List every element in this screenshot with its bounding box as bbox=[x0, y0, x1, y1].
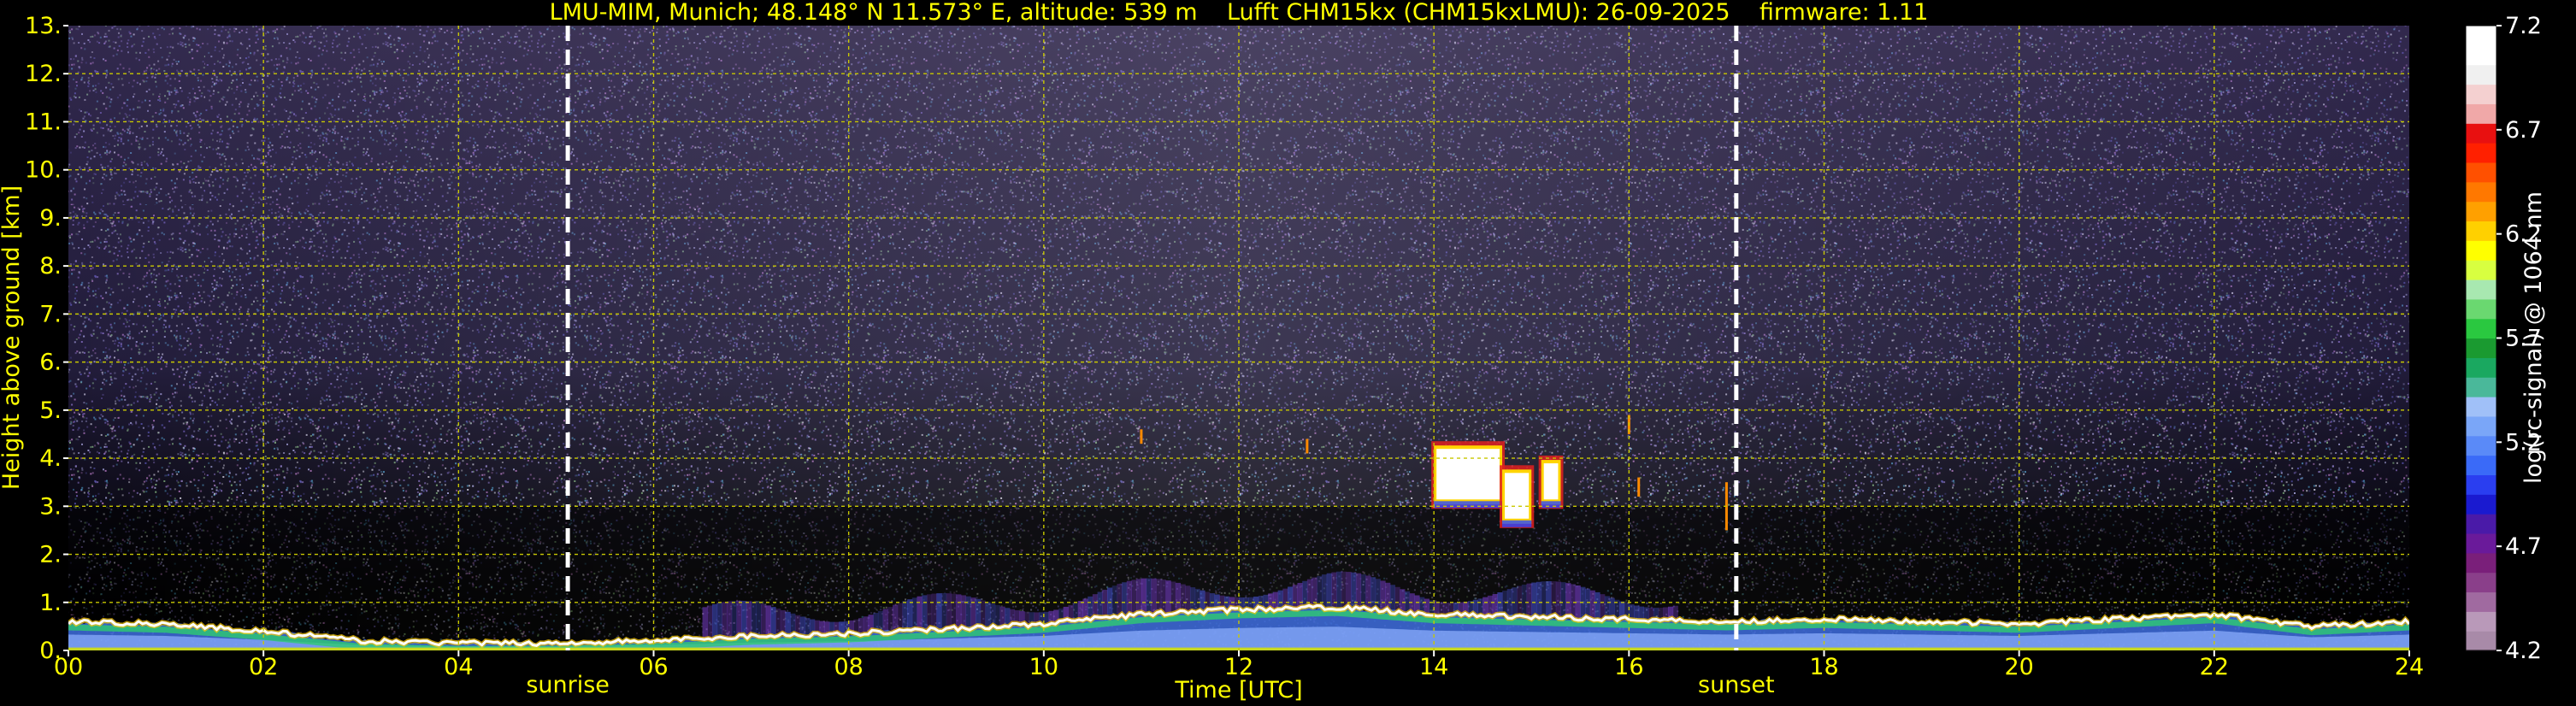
colorbar-segment bbox=[2466, 514, 2496, 534]
x-tick-label: 16 bbox=[1614, 654, 1643, 680]
colorbar-segment bbox=[2466, 64, 2496, 85]
colorbar-segment bbox=[2466, 631, 2496, 651]
colorbar-segment bbox=[2466, 298, 2496, 320]
colorbar-segment bbox=[2466, 611, 2496, 632]
y-tick-label: 10. bbox=[25, 157, 62, 184]
colorbar-segment bbox=[2466, 591, 2496, 612]
colorbar-segment bbox=[2466, 26, 2496, 46]
colorbar-segment bbox=[2466, 572, 2496, 593]
x-tick-label: 24 bbox=[2395, 654, 2424, 680]
colorbar-segment bbox=[2466, 435, 2496, 456]
ceilometer-figure: LMU-MIM, Munich; 48.148° N 11.573° E, al… bbox=[0, 0, 2547, 703]
y-tick-label: 0. bbox=[39, 638, 62, 664]
y-tick-label: 7. bbox=[39, 301, 62, 327]
y-tick-label: 13. bbox=[25, 13, 62, 39]
colorbar-segment bbox=[2466, 84, 2496, 104]
cloud-feature bbox=[1500, 465, 1535, 528]
y-tick-label: 3. bbox=[39, 493, 62, 520]
x-axis-label: Time [UTC] bbox=[1174, 677, 1302, 703]
cloud-feature bbox=[1431, 441, 1506, 509]
y-axis-label: Height above ground [km] bbox=[0, 185, 25, 490]
colorbar-segment bbox=[2466, 397, 2496, 417]
colorbar bbox=[2465, 25, 2497, 651]
colorbar-tick-label: 4.2 bbox=[2505, 638, 2542, 664]
colorbar-segment bbox=[2466, 532, 2496, 554]
x-tick-label: 08 bbox=[834, 654, 863, 680]
x-tick-label: 10 bbox=[1029, 654, 1058, 680]
colorbar-segment bbox=[2466, 181, 2496, 203]
colorbar-segment bbox=[2466, 123, 2496, 144]
colorbar-segment bbox=[2466, 338, 2496, 358]
cloud-feature bbox=[1538, 456, 1564, 509]
y-tick-label: 9. bbox=[39, 205, 62, 232]
colorbar-segment bbox=[2466, 494, 2496, 515]
colorbar-segment bbox=[2466, 455, 2496, 475]
y-tick-label: 11. bbox=[25, 109, 62, 135]
x-tick-label: 04 bbox=[444, 654, 473, 680]
x-axis-ticks: 00 02 04 06 08 10 12 14 16 18 20 22 24 bbox=[54, 650, 2424, 680]
colorbar-tick-label: 6.7 bbox=[2505, 117, 2542, 144]
plot-area bbox=[68, 26, 2409, 650]
y-tick-label: 6. bbox=[39, 350, 62, 376]
y-tick-label: 1. bbox=[39, 590, 62, 616]
colorbar-segment bbox=[2466, 143, 2496, 163]
colorbar-segment bbox=[2466, 357, 2496, 378]
colorbar-segment bbox=[2466, 103, 2496, 124]
x-tick-label: 14 bbox=[1419, 654, 1448, 680]
x-tick-label: 02 bbox=[249, 654, 278, 680]
colorbar-segment bbox=[2466, 221, 2496, 241]
x-tick-label: 20 bbox=[2004, 654, 2033, 680]
sunrise-label: sunrise bbox=[526, 672, 610, 698]
y-tick-label: 5. bbox=[39, 397, 62, 424]
colorbar-label: log(rc-signal) @ 1064 nm bbox=[2520, 191, 2547, 484]
colorbar-segment bbox=[2466, 201, 2496, 222]
colorbar-segment bbox=[2466, 415, 2496, 437]
colorbar-segment bbox=[2466, 240, 2496, 261]
colorbar-segment bbox=[2466, 279, 2496, 300]
chart-title: LMU-MIM, Munich; 48.148° N 11.573° E, al… bbox=[550, 0, 1929, 26]
y-tick-label: 4. bbox=[39, 445, 62, 472]
y-tick-label: 12. bbox=[25, 61, 62, 87]
y-axis-ticks: 0. 1. 2. 3. 4. 5. 6. 7. 8. 9. 10. 11. 12. 13. bbox=[25, 13, 68, 664]
colorbar-tick-label: 7.2 bbox=[2505, 13, 2542, 39]
colorbar-segment bbox=[2466, 162, 2496, 183]
colorbar-segment bbox=[2466, 44, 2496, 66]
colorbar-segment bbox=[2466, 377, 2496, 397]
colorbar-segment bbox=[2466, 260, 2496, 280]
colorbar-segment bbox=[2466, 318, 2496, 339]
colorbar-tick-label: 4.7 bbox=[2505, 533, 2542, 560]
x-tick-label: 22 bbox=[2200, 654, 2229, 680]
sun-marker-labels: sunrise sunset bbox=[526, 672, 1774, 698]
sunset-label: sunset bbox=[1698, 672, 1775, 698]
x-tick-label: 18 bbox=[1809, 654, 1838, 680]
y-tick-label: 2. bbox=[39, 542, 62, 568]
x-tick-label: 06 bbox=[639, 654, 668, 680]
colorbar-segment bbox=[2466, 474, 2496, 495]
y-tick-label: 8. bbox=[39, 253, 62, 279]
colorbar-segment bbox=[2466, 552, 2496, 574]
